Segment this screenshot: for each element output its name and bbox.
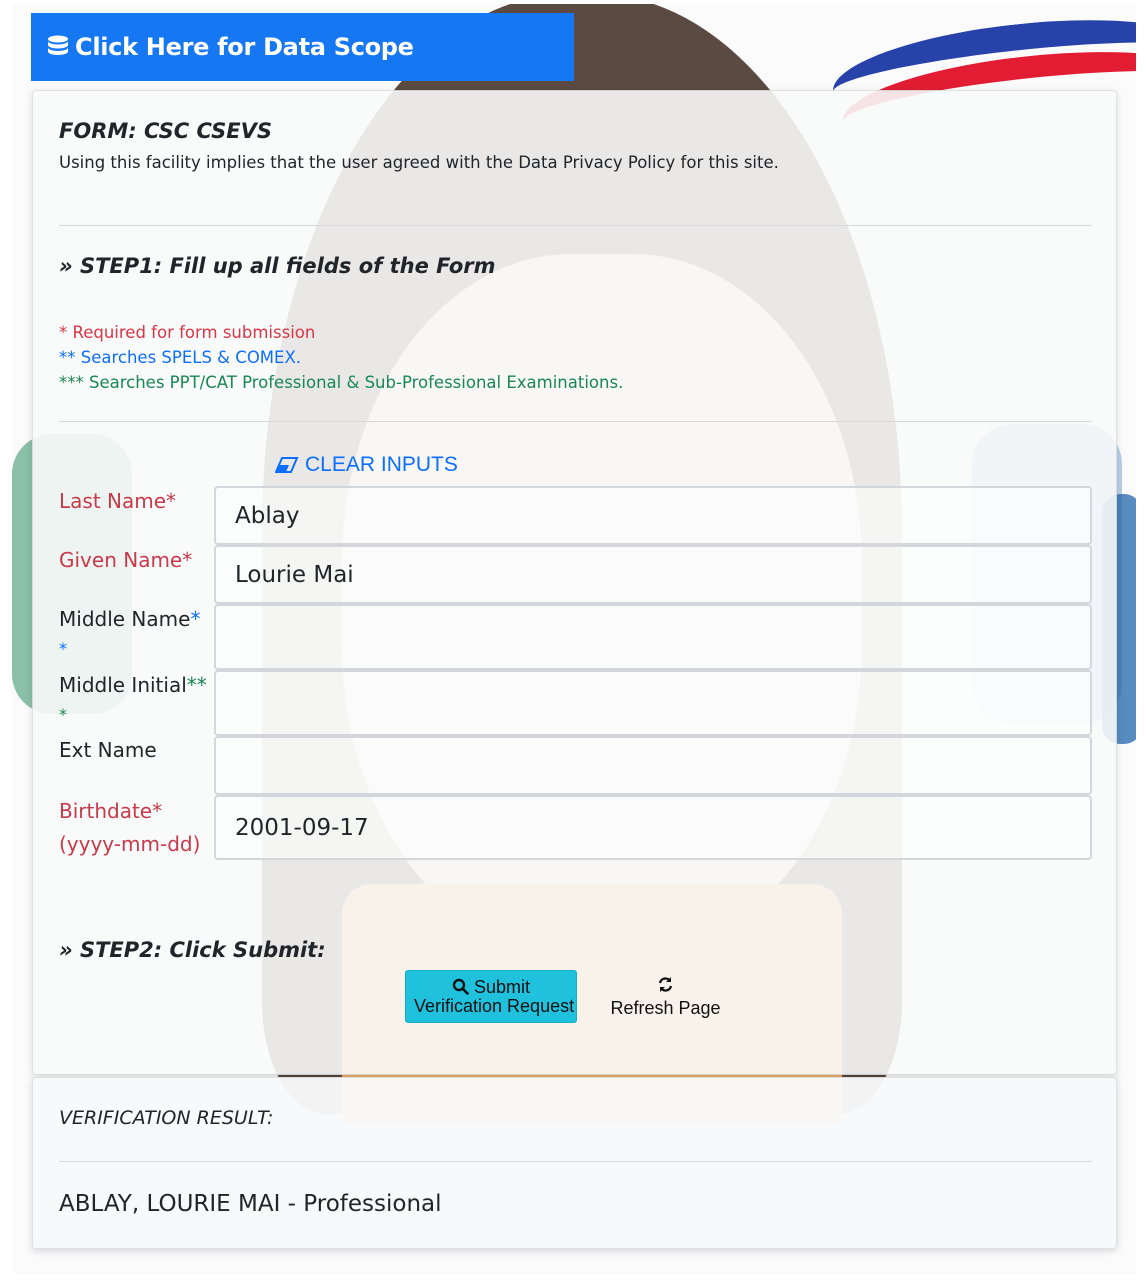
clear-inputs-button[interactable]: CLEAR INPUTS <box>275 453 458 477</box>
eraser-icon <box>275 457 299 473</box>
submit-label-line1: Submit <box>473 977 531 997</box>
divider <box>59 225 1092 226</box>
ext-name-input[interactable] <box>214 736 1092 795</box>
step1-heading: » STEP1: Fill up all fields of the Form <box>59 254 496 278</box>
middle-name-label: Middle Name* * <box>59 605 200 663</box>
birthdate-label-text: Birthdate <box>59 799 153 823</box>
last-name-input[interactable] <box>214 486 1092 545</box>
step2-heading: » STEP2: Click Submit: <box>59 938 326 962</box>
legend-required: * Required for form submission <box>59 323 316 342</box>
given-name-label: Given Name* <box>59 546 192 574</box>
birthdate-format-hint: (yyyy-mm-dd) <box>59 832 201 856</box>
data-scope-label: Click Here for Data Scope <box>75 33 414 61</box>
middle-initial-input[interactable] <box>214 670 1092 736</box>
given-name-label-text: Given Name <box>59 548 183 572</box>
middle-name-label-text: Middle Name <box>59 607 191 631</box>
verification-result-title: VERIFICATION RESULT: <box>59 1107 274 1129</box>
refresh-page-button[interactable]: Refresh Page <box>603 976 728 1019</box>
middle-name-input[interactable] <box>214 604 1092 670</box>
given-name-input[interactable] <box>214 545 1092 604</box>
required-mark: * <box>152 799 163 823</box>
refresh-icon <box>658 977 673 992</box>
submit-verification-button[interactable]: Submit Verification Request <box>405 970 577 1023</box>
form-title: FORM: CSC CSEVS <box>59 119 272 143</box>
last-name-label-text: Last Name <box>59 489 167 513</box>
ext-name-label: Ext Name <box>59 738 157 762</box>
submit-label-line2: Verification Request <box>414 996 575 1016</box>
verification-result-card: VERIFICATION RESULT: ABLAY, LOURIE MAI -… <box>32 1077 1117 1249</box>
required-mark: * <box>166 489 177 513</box>
database-icon <box>48 35 68 55</box>
data-scope-button[interactable]: Click Here for Data Scope <box>31 13 574 81</box>
ppt-mark: ** <box>186 673 207 697</box>
verification-result-text: ABLAY, LOURIE MAI - Professional <box>59 1191 442 1217</box>
birthdate-input[interactable] <box>214 795 1092 860</box>
birthdate-label: Birthdate* (yyyy-mm-dd) <box>59 795 200 861</box>
spels-mark: * <box>59 639 67 658</box>
divider <box>59 1161 1092 1162</box>
legend-ppt: *** Searches PPT/CAT Professional & Sub-… <box>59 373 624 392</box>
ppt-mark: * <box>59 705 67 724</box>
refresh-page-label: Refresh Page <box>610 998 721 1018</box>
privacy-notice: Using this facility implies that the use… <box>59 153 779 172</box>
spels-mark: * <box>190 607 201 631</box>
last-name-label: Last Name* <box>59 487 176 515</box>
clear-inputs-label: CLEAR INPUTS <box>305 453 458 476</box>
divider <box>59 421 1092 422</box>
middle-initial-label: Middle Initial** * <box>59 671 207 729</box>
form-card: FORM: CSC CSEVS Using this facility impl… <box>32 90 1117 1075</box>
required-mark: * <box>182 548 193 572</box>
middle-initial-label-text: Middle Initial <box>59 673 187 697</box>
search-icon <box>452 977 474 997</box>
legend-spels: ** Searches SPELS & COMEX. <box>59 348 302 367</box>
